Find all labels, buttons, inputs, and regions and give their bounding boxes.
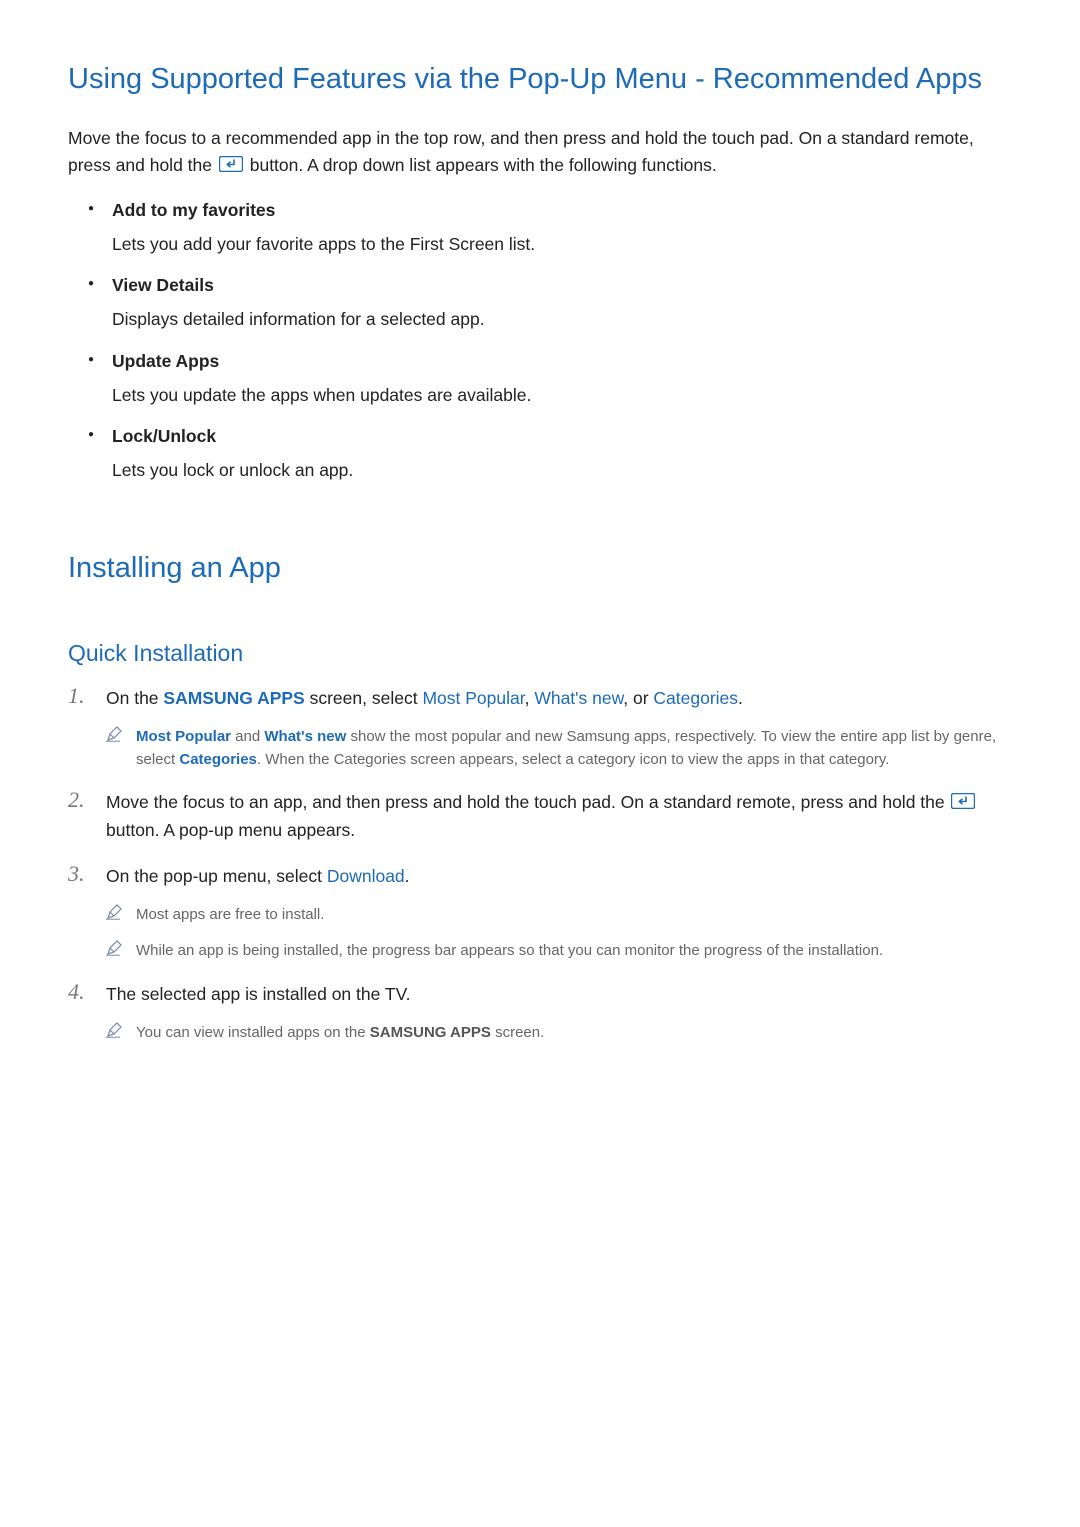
t: button. A pop-up menu appears. <box>106 820 355 840</box>
hl-download: Download <box>327 866 405 886</box>
step-text: On the SAMSUNG APPS screen, select Most … <box>106 685 1012 712</box>
t: . When the Categories screen appears, se… <box>257 751 890 768</box>
pencil-icon <box>106 726 122 750</box>
t: , <box>525 688 535 708</box>
note-text: While an app is being installed, the pro… <box>136 942 883 959</box>
step-text: Move the focus to an app, and then press… <box>106 789 1012 844</box>
hl-categories: Categories <box>179 751 257 768</box>
hl-whats-new: What's new <box>264 728 346 745</box>
step-1: On the SAMSUNG APPS screen, select Most … <box>68 685 1012 771</box>
pencil-icon <box>106 1022 122 1046</box>
pencil-icon <box>106 940 122 964</box>
step-2: Move the focus to an app, and then press… <box>68 789 1012 844</box>
note-text: Most apps are free to install. <box>136 906 324 923</box>
t: . <box>738 688 743 708</box>
bullet-desc: Lets you add your favorite apps to the F… <box>112 231 1012 257</box>
hl-samsung-apps: SAMSUNG APPS <box>370 1024 491 1041</box>
install-steps-list: On the SAMSUNG APPS screen, select Most … <box>68 685 1012 1044</box>
bullet-desc: Displays detailed information for a sele… <box>112 306 1012 332</box>
sub-heading-quick-install: Quick Installation <box>68 640 1012 667</box>
section-heading-install: Installing an App <box>68 549 1012 588</box>
t: , or <box>623 688 653 708</box>
bullet-title: Update Apps <box>112 351 1012 382</box>
note: Most apps are free to install. <box>106 904 1012 927</box>
step-3: On the pop-up menu, select Download. Mos… <box>68 863 1012 963</box>
t: Move the focus to an app, and then press… <box>106 792 949 812</box>
section-heading-popup: Using Supported Features via the Pop-Up … <box>68 60 1012 99</box>
intro-text-after: button. A drop down list appears with th… <box>250 155 717 175</box>
t: You can view installed apps on the <box>136 1024 370 1041</box>
step-text: The selected app is installed on the TV. <box>106 981 1012 1008</box>
enter-icon <box>219 153 243 180</box>
bullet-desc: Lets you lock or unlock an app. <box>112 457 1012 483</box>
note: Most Popular and What's new show the mos… <box>106 726 1012 771</box>
enter-icon <box>951 790 975 817</box>
list-item: Lock/Unlock Lets you lock or unlock an a… <box>88 426 1012 483</box>
bullet-title: View Details <box>112 275 1012 306</box>
t: screen, select <box>305 688 423 708</box>
list-item: Update Apps Lets you update the apps whe… <box>88 351 1012 408</box>
bullet-title: Add to my favorites <box>112 200 1012 231</box>
list-item: Add to my favorites Lets you add your fa… <box>88 200 1012 257</box>
t: On the pop-up menu, select <box>106 866 327 886</box>
t: screen. <box>491 1024 544 1041</box>
step-4: The selected app is installed on the TV.… <box>68 981 1012 1045</box>
pencil-icon <box>106 904 122 928</box>
t: . <box>405 866 410 886</box>
bullet-desc: Lets you update the apps when updates ar… <box>112 382 1012 408</box>
note: You can view installed apps on the SAMSU… <box>106 1022 1012 1045</box>
popup-feature-list: Add to my favorites Lets you add your fa… <box>68 200 1012 483</box>
hl-most-popular: Most Popular <box>136 728 231 745</box>
hl-most-popular: Most Popular <box>422 688 524 708</box>
hl-whats-new: What's new <box>534 688 623 708</box>
list-item: View Details Displays detailed informati… <box>88 275 1012 332</box>
t: and <box>231 728 264 745</box>
note: While an app is being installed, the pro… <box>106 940 1012 963</box>
step-text: On the pop-up menu, select Download. <box>106 863 1012 890</box>
hl-samsung-apps: SAMSUNG APPS <box>163 688 304 708</box>
bullet-title: Lock/Unlock <box>112 426 1012 457</box>
intro-paragraph-1: Move the focus to a recommended app in t… <box>68 125 1012 180</box>
t: On the <box>106 688 163 708</box>
hl-categories: Categories <box>653 688 738 708</box>
